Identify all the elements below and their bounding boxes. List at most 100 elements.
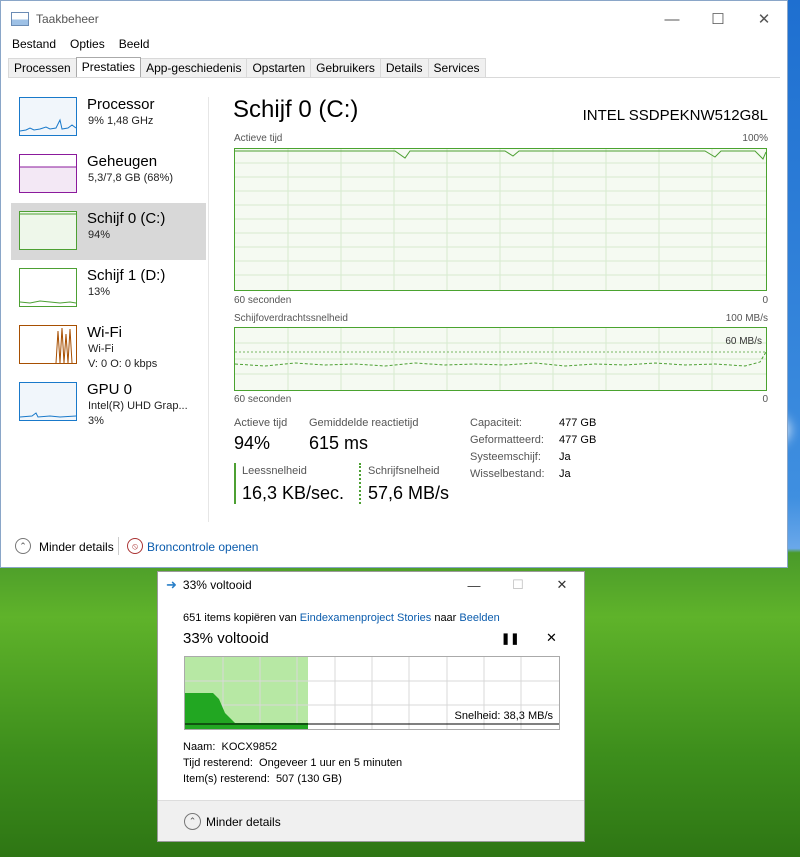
prop-pagefile-label: Wisselbestand:	[470, 468, 545, 480]
prop-formatted-value: 477 GB	[559, 434, 597, 446]
copy-progress-dialog: ➜ 33% voltooid — ☐ ✕ 651 items kopiëren …	[157, 571, 585, 842]
cancel-copy-button[interactable]: ✕	[546, 630, 557, 646]
resource-sub: 9% 1,48 GHz	[88, 115, 154, 127]
copy-description: 651 items kopiëren van Eindexamenproject…	[183, 612, 500, 624]
write-speed-label: Schrijfsnelheid	[368, 465, 440, 477]
graph1-max: 100%	[742, 133, 768, 144]
active-time-value: 94%	[234, 433, 271, 453]
copy-line-middle: naar	[431, 612, 460, 624]
task-manager-window: Taakbeheer — ☐ ✕ Bestand Opties Beeld Pr…	[0, 0, 788, 568]
wifi-thumbnail	[19, 325, 77, 364]
resource-gpu-0[interactable]: GPU 0 Intel(R) UHD Grap... 3%	[11, 374, 206, 431]
name-label: Naam:	[183, 741, 216, 753]
dialog-minimize-button[interactable]: —	[452, 572, 496, 598]
resource-wifi[interactable]: Wi-Fi Wi-Fi V: 0 O: 0 kbps	[11, 317, 206, 374]
resource-sub2: 3%	[88, 415, 104, 427]
menu-bestand[interactable]: Bestand	[5, 37, 63, 55]
active-time-graph	[234, 148, 767, 291]
dialog-close-button[interactable]: ✕	[540, 572, 584, 598]
resource-name: Processor	[87, 96, 155, 113]
resource-schijf-0[interactable]: Schijf 0 (C:) 94%	[11, 203, 206, 260]
graph1-label: Actieve tijd	[234, 133, 283, 144]
resource-sub2: V: 0 O: 0 kbps	[88, 358, 158, 370]
resource-sub: 94%	[88, 229, 111, 241]
transfer-rate-graph: 60 MB/s	[234, 327, 767, 391]
resource-monitor-icon: ⦸	[127, 538, 143, 554]
minimize-button[interactable]: —	[649, 1, 695, 37]
detail-title: Schijf 0 (C:)	[233, 96, 359, 123]
graph2-inner-label: 60 MB/s	[725, 336, 762, 347]
maximize-button[interactable]: ☐	[695, 1, 741, 37]
graph1-time: 60 seconden	[234, 295, 292, 306]
time-remaining-value: Ongeveer 1 uur en 5 minuten	[259, 757, 403, 769]
resource-name: Geheugen	[87, 153, 158, 170]
tab-processen[interactable]: Processen	[8, 58, 77, 77]
prop-capacity-value: 477 GB	[559, 417, 597, 429]
name-value: KOCX9852	[221, 741, 278, 753]
write-speed-value: 57,6 MB/s	[368, 483, 450, 503]
graph2-time: 60 seconden	[234, 394, 292, 405]
less-details-link[interactable]: Minder details	[39, 540, 114, 554]
dialog-maximize-button: ☐	[512, 577, 524, 592]
latency-value: 615 ms	[309, 433, 369, 453]
read-speed-value: 16,3 KB/sec.	[242, 483, 345, 503]
resource-schijf-1[interactable]: Schijf 1 (D:) 13%	[11, 260, 206, 317]
processor-thumbnail	[19, 97, 77, 136]
prop-system-disk-value: Ja	[559, 451, 571, 463]
menu-beeld[interactable]: Beeld	[112, 37, 157, 55]
info-time-row: Tijd resterend: Ongeveer 1 uur en 5 minu…	[183, 757, 402, 769]
memory-thumbnail	[19, 154, 77, 193]
info-items-row: Item(s) resterend: 507 (130 GB)	[183, 773, 342, 785]
close-button[interactable]: ✕	[741, 1, 787, 37]
resource-list: Processor 9% 1,48 GHz Geheugen 5,3/7,8 G…	[11, 89, 206, 431]
resource-monitor-link[interactable]: Broncontrole openen	[147, 540, 258, 554]
resource-name: Schijf 1 (D:)	[87, 267, 166, 284]
resource-name: Wi-Fi	[87, 324, 122, 341]
graph1-min: 0	[762, 295, 768, 306]
tab-gebruikers[interactable]: Gebruikers	[310, 58, 381, 77]
dialog-less-details[interactable]: Minder details	[206, 815, 281, 829]
prop-capacity-label: Capaciteit:	[470, 417, 522, 429]
tab-prestaties[interactable]: Prestaties	[75, 57, 142, 78]
tab-app-geschiedenis[interactable]: App-geschiedenis	[140, 58, 248, 77]
dialog-footer: ⌃ Minder details	[158, 800, 584, 841]
disk0-thumbnail	[19, 211, 77, 250]
time-remaining-label: Tijd resterend:	[183, 757, 253, 769]
copy-speed-text: Snelheid: 38,3 MB/s	[454, 710, 553, 722]
destination-link[interactable]: Beelden	[459, 612, 499, 624]
tab-details[interactable]: Details	[379, 58, 429, 77]
chevron-up-icon[interactable]: ⌃	[184, 813, 201, 830]
resource-geheugen[interactable]: Geheugen 5,3/7,8 GB (68%)	[11, 146, 206, 203]
tab-strip: Processen Prestaties App-geschiedenis Op…	[8, 57, 486, 78]
progress-heading: 33% voltooid	[183, 630, 269, 647]
resource-processor[interactable]: Processor 9% 1,48 GHz	[11, 89, 206, 146]
footer-bar: ⌃ Minder details ⦸ Broncontrole openen	[1, 531, 787, 561]
dialog-title: 33% voltooid	[182, 578, 252, 592]
tab-services[interactable]: Services	[427, 58, 486, 77]
disk1-thumbnail	[19, 268, 77, 307]
window-title: Taakbeheer	[36, 12, 99, 26]
pause-button[interactable]: ❚❚	[501, 632, 519, 645]
menu-opties[interactable]: Opties	[63, 37, 112, 55]
resource-name: GPU 0	[87, 381, 133, 398]
chevron-up-icon[interactable]: ⌃	[15, 538, 31, 554]
tab-opstarten[interactable]: Opstarten	[246, 58, 312, 77]
disk-model: INTEL SSDPEKNW512G8L	[582, 107, 768, 124]
graph2-label: Schijfoverdrachtssnelheid	[234, 313, 348, 324]
read-speed-label: Leessnelheid	[242, 465, 307, 477]
copy-arrow-icon: ➜	[166, 577, 177, 592]
source-link[interactable]: Eindexamenproject Stories	[300, 612, 431, 624]
prop-pagefile-value: Ja	[559, 468, 571, 480]
resource-sub: 5,3/7,8 GB (68%)	[88, 172, 173, 184]
resource-name: Schijf 0 (C:)	[87, 210, 166, 227]
resource-sub: Intel(R) UHD Grap...	[88, 400, 188, 412]
latency-label: Gemiddelde reactietijd	[309, 417, 419, 429]
task-manager-icon	[11, 12, 29, 26]
active-time-label: Actieve tijd	[234, 417, 288, 429]
prop-formatted-label: Geformatteerd:	[470, 434, 544, 446]
gpu-thumbnail	[19, 382, 77, 421]
resource-sub: Wi-Fi	[88, 343, 114, 355]
info-name-row: Naam: KOCX9852	[183, 741, 277, 753]
resource-sub: 13%	[88, 286, 111, 298]
copy-line-prefix: 651 items kopiëren van	[183, 612, 300, 624]
